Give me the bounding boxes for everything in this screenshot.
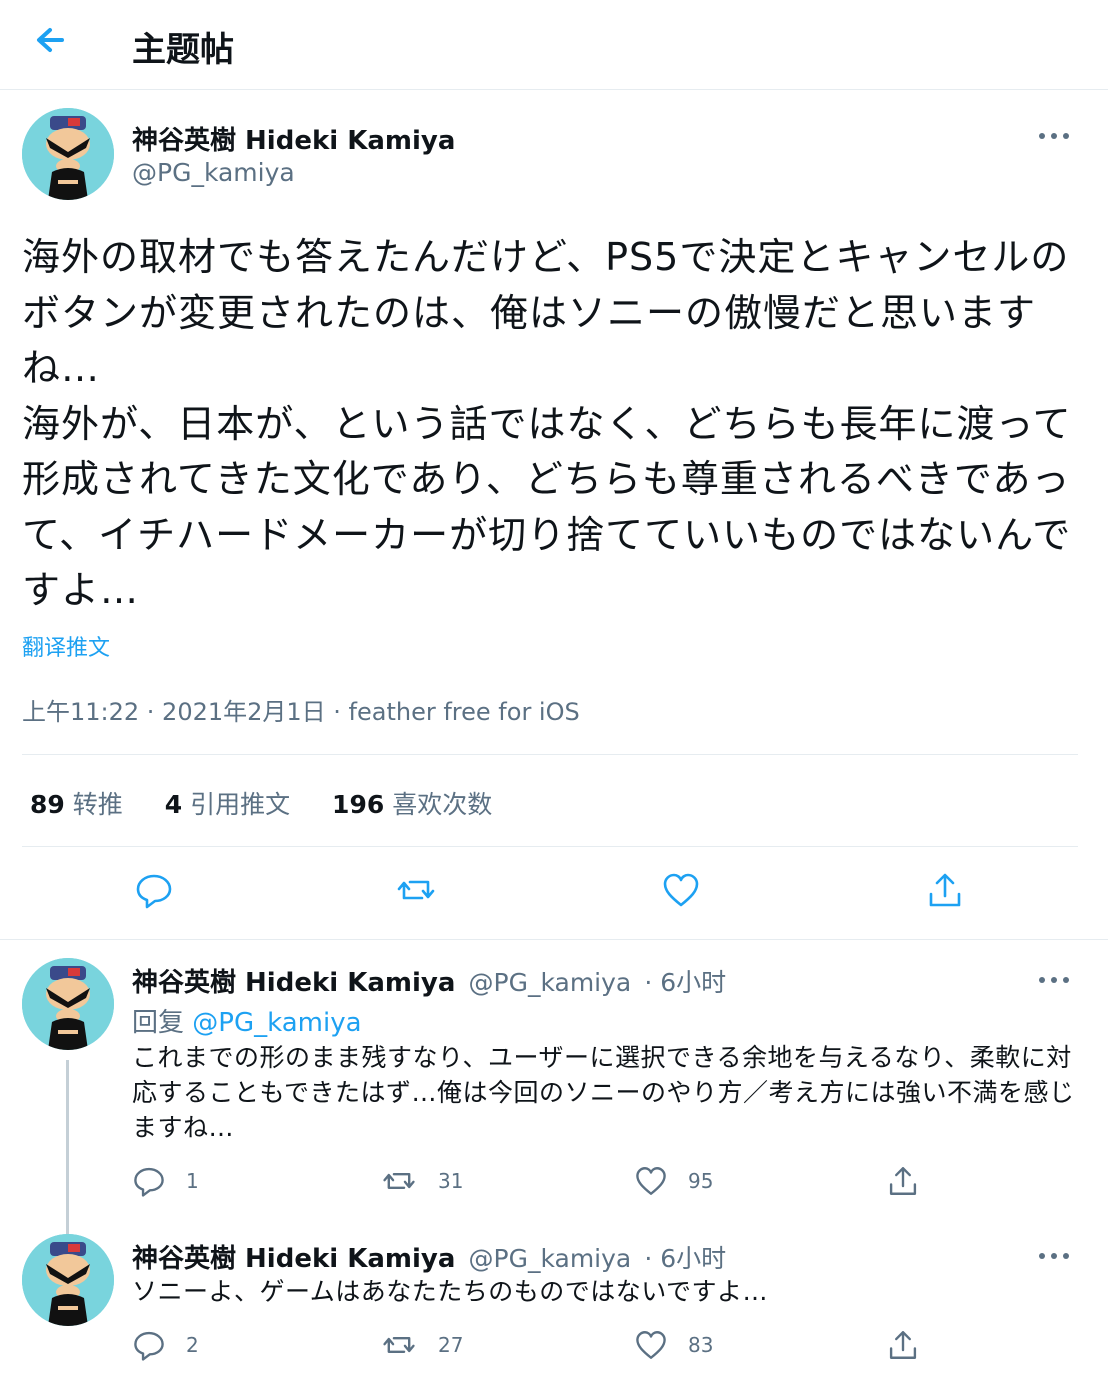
top-bar: 主题帖 <box>0 0 1108 90</box>
reply-icon <box>134 1331 164 1361</box>
retweets-count: 89 <box>30 790 65 819</box>
reply-tweet[interactable]: 神谷英樹 Hideki Kamiya @PG_kamiya · 6小时 回复 @… <box>0 940 1108 1244</box>
reply-actions: 1 31 95 <box>0 1164 1108 1204</box>
tweet-stats: 89 转推 4 引用推文 196 喜欢次数 <box>30 785 526 821</box>
author-handle[interactable]: @PG_kamiya <box>132 158 295 187</box>
divider <box>22 846 1078 847</box>
reply-tweet[interactable]: 神谷英樹 Hideki Kamiya @PG_kamiya · 6小时 ソニーよ… <box>0 1216 1108 1380</box>
retweet-button[interactable]: 31 <box>380 1164 463 1198</box>
reply-time[interactable]: · 6小时 <box>644 1244 726 1273</box>
like-count: 83 <box>688 1333 714 1357</box>
like-count: 95 <box>688 1169 714 1193</box>
divider <box>22 754 1078 755</box>
quotes-stat[interactable]: 4 引用推文 <box>165 785 290 821</box>
tweet-meta: 上午11:22 · 2021年2月1日 · feather free for i… <box>22 698 580 726</box>
tweet-text: 海外の取材でも答えたんだけど、PS5で決定とキャンセルのボタンが変更されたのは、… <box>22 235 1072 612</box>
author-handle[interactable]: @PG_kamiya <box>469 1244 632 1273</box>
back-arrow-icon[interactable] <box>28 22 76 62</box>
reply-button[interactable]: 2 <box>132 1328 199 1362</box>
reply-actions: 2 27 83 <box>0 1328 1108 1368</box>
translate-link[interactable]: 翻译推文 <box>22 630 110 662</box>
author-name[interactable]: 神谷英樹 Hideki Kamiya <box>132 1244 455 1274</box>
author-name[interactable]: 神谷英樹 Hideki Kamiya <box>132 968 455 998</box>
avatar[interactable] <box>22 108 114 200</box>
avatar[interactable] <box>22 1234 114 1326</box>
retweet-icon[interactable] <box>396 870 436 910</box>
reply-time[interactable]: · 6小时 <box>644 968 726 997</box>
reply-to-handle[interactable]: @PG_kamiya <box>192 1008 361 1038</box>
reply-text: ソニーよ、ゲームはあなたたちのものではないですよ… <box>132 1277 769 1306</box>
like-button[interactable]: 95 <box>634 1164 713 1198</box>
like-button[interactable]: 83 <box>634 1328 713 1362</box>
reply-prefix: 回复 <box>132 1008 185 1038</box>
retweet-count: 27 <box>438 1333 464 1357</box>
share-icon[interactable] <box>925 870 965 910</box>
more-icon[interactable] <box>1034 126 1074 146</box>
reply-text: これまでの形のまま残すなり、ユーザーに選択できる余地を与えるなり、柔軟に対応する… <box>132 1043 1075 1142</box>
retweets-label: 转推 <box>72 790 123 819</box>
main-tweet: 神谷英樹 Hideki Kamiya @PG_kamiya 海外の取材でも答えた… <box>0 90 1108 940</box>
likes-count: 196 <box>332 790 385 819</box>
author-handle[interactable]: @PG_kamiya <box>469 968 632 997</box>
reply-header: 神谷英樹 Hideki Kamiya @PG_kamiya · 6小时 <box>132 962 726 999</box>
reply-count: 2 <box>186 1333 199 1357</box>
retweet-button[interactable]: 27 <box>380 1328 463 1362</box>
share-button[interactable] <box>886 1328 920 1362</box>
author-name[interactable]: 神谷英樹 Hideki Kamiya <box>132 120 455 157</box>
more-icon[interactable] <box>1034 1246 1074 1266</box>
tweet-actions <box>0 870 1108 916</box>
share-icon <box>889 1167 917 1195</box>
like-icon[interactable] <box>661 870 701 910</box>
more-icon[interactable] <box>1034 970 1074 990</box>
retweet-count: 31 <box>438 1169 464 1193</box>
reply-icon <box>134 1167 164 1197</box>
quotes-label: 引用推文 <box>190 790 291 819</box>
retweets-stat[interactable]: 89 转推 <box>30 785 123 821</box>
retweet-icon <box>383 1337 415 1353</box>
reply-button[interactable]: 1 <box>132 1164 199 1198</box>
replying-to: 回复 @PG_kamiya <box>132 1002 362 1039</box>
like-icon <box>636 1167 666 1195</box>
like-icon <box>636 1331 666 1359</box>
avatar[interactable] <box>22 958 114 1050</box>
likes-label: 喜欢次数 <box>392 790 493 819</box>
reply-icon[interactable] <box>134 870 174 910</box>
quotes-count: 4 <box>164 790 183 819</box>
page-title: 主题帖 <box>132 30 234 70</box>
reply-count: 1 <box>186 1169 199 1193</box>
share-button[interactable] <box>886 1164 920 1198</box>
share-icon <box>889 1331 917 1359</box>
retweet-icon <box>383 1173 415 1189</box>
likes-stat[interactable]: 196 喜欢次数 <box>332 785 492 821</box>
reply-header: 神谷英樹 Hideki Kamiya @PG_kamiya · 6小时 <box>132 1238 726 1275</box>
